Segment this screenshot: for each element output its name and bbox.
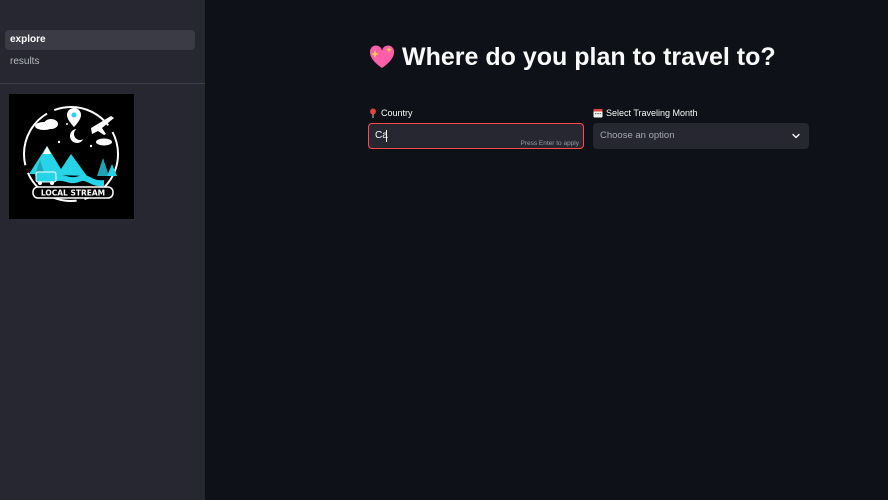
month-select[interactable]: Choose an option — [593, 123, 809, 149]
nav-item-results[interactable]: results — [5, 52, 195, 72]
page-title: Where do you plan to travel to? — [368, 40, 776, 74]
country-input[interactable]: Ca Press Enter to apply — [368, 123, 584, 149]
country-label-text: Country — [381, 108, 413, 118]
country-label: Country — [368, 107, 413, 119]
round-pushpin-icon — [368, 108, 378, 118]
sidebar: explore results LOCAL STREAM — [0, 0, 205, 500]
month-label: Select Traveling Month — [593, 107, 698, 119]
travel-logo-icon: LOCAL STREAM — [9, 94, 134, 219]
page-title-text: Where do you plan to travel to? — [402, 43, 776, 71]
chevron-down-icon[interactable] — [791, 131, 801, 141]
local-stream-logo: LOCAL STREAM — [9, 94, 134, 219]
sparkling-heart-icon — [368, 43, 396, 71]
text-cursor — [386, 130, 387, 142]
sidebar-divider — [0, 83, 205, 84]
app: explore results LOCAL STREAM Where do yo… — [0, 0, 888, 500]
calendar-icon — [593, 108, 603, 118]
month-label-text: Select Traveling Month — [606, 108, 698, 118]
month-select-placeholder: Choose an option — [600, 130, 675, 141]
logo-text: LOCAL STREAM — [41, 189, 105, 198]
press-enter-hint: Press Enter to apply — [520, 140, 579, 147]
nav-item-explore[interactable]: explore — [5, 30, 195, 50]
